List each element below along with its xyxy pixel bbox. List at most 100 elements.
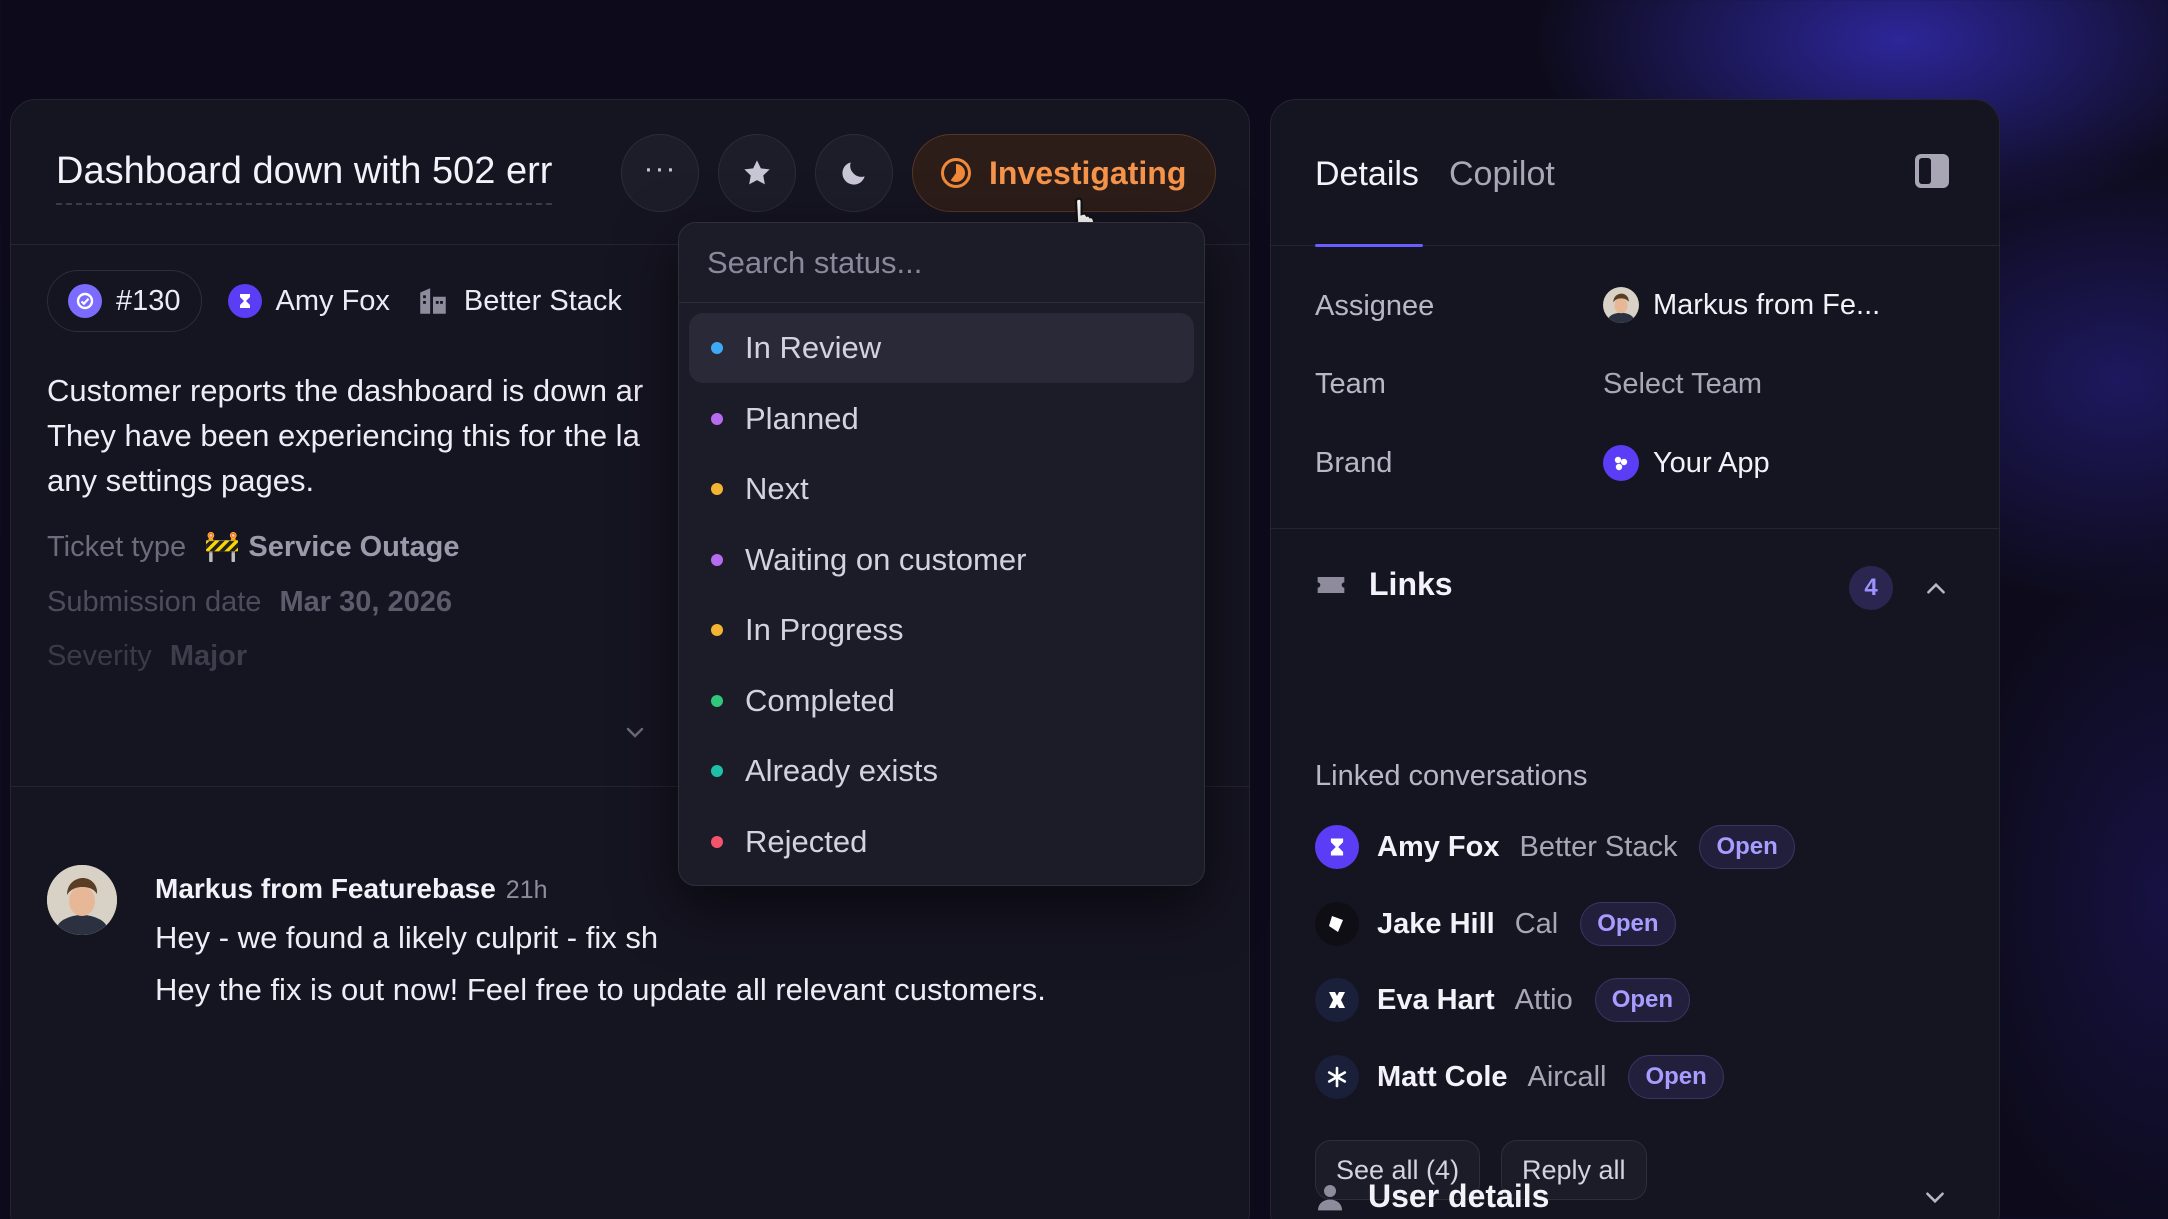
conversation-company: Attio — [1514, 983, 1573, 1016]
avatar — [47, 865, 117, 935]
moon-icon — [842, 162, 865, 185]
status-badge: Open — [1580, 902, 1676, 946]
user-details-section-header[interactable]: User details — [1314, 1178, 1549, 1215]
chevron-up-icon[interactable] — [1923, 576, 1949, 602]
conversation-company: Better Stack — [1519, 830, 1678, 863]
message-line: Hey - we found a likely culprit - fix sh — [155, 920, 659, 955]
brand-name: Your App — [1653, 446, 1770, 479]
company-name: Better Stack — [463, 284, 622, 317]
status-option[interactable]: Completed — [689, 666, 1194, 736]
divider — [1271, 528, 1999, 529]
links-title: Links — [1369, 566, 1453, 602]
status-dropdown: In Review Planned Next Waiting on customer I… — [678, 222, 1205, 886]
status-dot-icon — [711, 342, 723, 354]
building-icon — [420, 288, 446, 314]
status-option-label: Completed — [745, 682, 895, 718]
conversation-name: Amy Fox — [1377, 830, 1500, 863]
tab-copilot[interactable]: Copilot — [1449, 155, 1555, 194]
linked-conversation-row[interactable]: Eva Hart Attio Open — [1315, 978, 1691, 1022]
user-icon — [1318, 1184, 1342, 1210]
status-dot-icon — [711, 835, 723, 848]
linked-conversation-row[interactable]: Amy Fox Better Stack Open — [1315, 825, 1795, 869]
status-dot-icon — [711, 694, 723, 707]
submission-date-value: Mar 30, 2026 — [279, 586, 452, 618]
snooze-button[interactable] — [815, 134, 893, 212]
conversation-company: Cal — [1514, 907, 1559, 940]
ellipsis-icon: ··· — [643, 152, 677, 185]
brand-logo-icon — [1603, 445, 1639, 481]
status-dot-icon — [711, 765, 723, 777]
links-count-badge: 4 — [1849, 566, 1893, 610]
status-search-input[interactable] — [707, 244, 1204, 281]
hourglass-icon — [1315, 825, 1359, 869]
assignee-value[interactable]: Markus from Fe... — [1603, 287, 1880, 323]
status-badge: Open — [1628, 1055, 1724, 1099]
details-panel: Details Copilot Assignee Markus from Fe.… — [1270, 99, 2000, 1219]
status-options-list: In Review Planned Next Waiting on customer I… — [679, 303, 1204, 887]
customer-chip[interactable]: Amy Fox — [227, 284, 390, 318]
message-header: Markus from Featurebase 21h — [155, 873, 548, 905]
linked-conversations-label: Linked conversations — [1315, 760, 1588, 792]
linked-conversation-row[interactable]: Matt Cole Aircall Open — [1315, 1055, 1724, 1099]
description-line: They have been experiencing this for the… — [47, 418, 640, 453]
ticket-title[interactable]: Dashboard down with 502 err — [56, 150, 553, 205]
more-options-button[interactable]: ··· — [621, 134, 699, 212]
ticket-type-value[interactable]: 🚧 Service Outage — [204, 531, 459, 563]
tab-details[interactable]: Details — [1315, 155, 1419, 194]
status-badge: Open — [1699, 825, 1795, 869]
hourglass-icon — [227, 284, 262, 318]
asterisk-logo-icon — [1315, 1055, 1359, 1099]
ticket-type-label: Ticket type — [47, 531, 187, 563]
team-select[interactable]: Select Team — [1603, 368, 1762, 401]
investigating-status-icon — [941, 158, 971, 188]
status-search — [679, 223, 1204, 303]
status-option[interactable]: Next — [689, 454, 1194, 524]
chevron-down-icon[interactable] — [1922, 1184, 1948, 1210]
customer-name: Amy Fox — [275, 284, 390, 317]
conversation-name: Eva Hart — [1377, 983, 1495, 1016]
fields-fade-overlay — [31, 670, 691, 780]
faded-field: Severity Major — [47, 640, 247, 673]
status-dot-icon — [711, 624, 723, 636]
link-ticket-icon — [1317, 576, 1345, 593]
team-label: Team — [1315, 368, 1386, 400]
status-option[interactable]: Planned — [689, 384, 1194, 454]
status-badge: Open — [1594, 978, 1691, 1022]
status-option-label: In Review — [745, 330, 882, 365]
brand-label: Brand — [1315, 447, 1393, 479]
faded-field-value: Major — [169, 640, 248, 672]
submission-date-field: Submission date Mar 30, 2026 — [47, 586, 452, 619]
ticket-number: #130 — [116, 284, 181, 317]
user-details-title: User details — [1368, 1178, 1550, 1214]
ticket-number-chip[interactable]: #130 — [47, 270, 202, 332]
links-section-header[interactable]: Links — [1315, 566, 1453, 603]
ticket-description: Customer reports the dashboard is down a… — [47, 368, 687, 503]
status-option-label: In Progress — [745, 612, 904, 647]
conversation-name: Matt Cole — [1377, 1060, 1508, 1093]
brand-value[interactable]: Your App — [1603, 445, 1770, 481]
status-button[interactable]: Investigating — [912, 134, 1216, 212]
status-option[interactable]: Already exists — [689, 736, 1194, 806]
status-option[interactable]: Rejected — [689, 807, 1194, 877]
message-author[interactable]: Markus from Featurebase — [155, 873, 496, 904]
expand-chevron-icon[interactable] — [623, 720, 647, 744]
star-button[interactable] — [718, 134, 796, 212]
status-option[interactable]: Waiting on customer — [689, 525, 1194, 595]
sidebar-toggle-icon[interactable] — [1915, 154, 1949, 188]
status-option-label: Already exists — [745, 753, 938, 788]
status-dot-icon — [711, 412, 723, 425]
ticket-id-icon — [68, 284, 102, 318]
assignee-name: Markus from Fe... — [1653, 288, 1881, 321]
linked-conversation-row[interactable]: Jake Hill Cal Open — [1315, 902, 1676, 946]
ticket-meta-row: #130 Amy Fox Better Stack — [47, 270, 622, 332]
status-dot-icon — [711, 483, 723, 495]
faded-field-label: Severity — [47, 640, 152, 672]
status-option[interactable]: In Review — [689, 313, 1194, 383]
assignee-label: Assignee — [1315, 290, 1435, 322]
description-line: Customer reports the dashboard is down a… — [47, 373, 644, 408]
assignee-avatar — [1603, 287, 1639, 323]
status-option-label: Waiting on customer — [745, 541, 1027, 577]
message-line: Hey the fix is out now! Feel free to upd… — [155, 972, 1046, 1007]
company-chip[interactable]: Better Stack — [416, 284, 622, 318]
status-option[interactable]: In Progress — [689, 595, 1194, 665]
